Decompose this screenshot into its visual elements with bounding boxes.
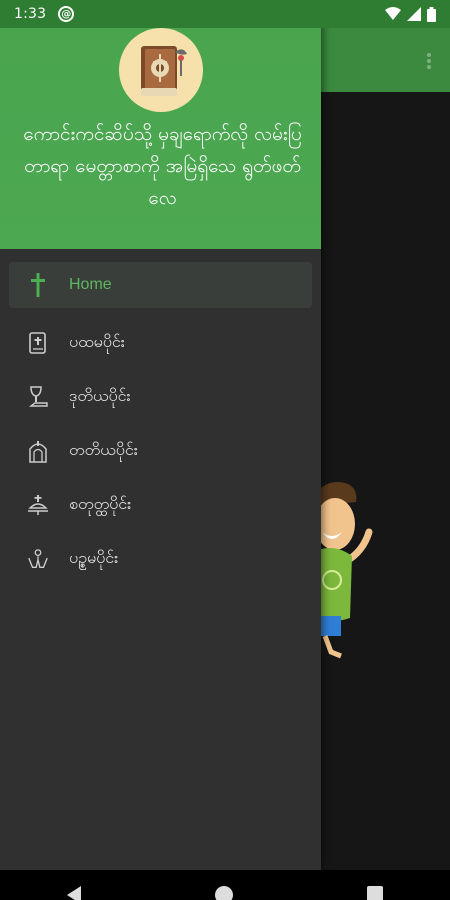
drawer-menu: Home ပထမပိုင်း ဒုတိယပိုင်း တတိယပိုင်း စတ… <box>0 262 321 586</box>
back-icon[interactable] <box>67 886 81 900</box>
menu-item-label: ပထမပိုင်း <box>69 332 125 351</box>
menu-item-part-3[interactable]: တတိယပိုင်း <box>9 424 312 478</box>
menu-item-label: ဒုတိယပိုင်း <box>69 386 131 405</box>
menu-item-label: Home <box>69 276 112 293</box>
bible-book-icon <box>119 28 203 112</box>
menu-item-part-2[interactable]: ဒုတိယပိုင်း <box>9 370 312 424</box>
wifi-icon <box>385 7 401 20</box>
recent-apps-icon[interactable] <box>367 886 383 900</box>
menu-item-label: ပဥ္စမပိုင်း <box>69 548 119 567</box>
navigation-drawer: ကောင်းကင်ဆိပ်သို့ မှချရောက်လို လမ်းပြတာရ… <box>0 0 321 870</box>
home-icon[interactable] <box>215 886 233 900</box>
praying-hands-icon <box>27 547 49 571</box>
drawer-header-title: ကောင်းကင်ဆိပ်သို့ မှချရောက်လို လမ်းပြတာရ… <box>23 123 302 209</box>
church-door-icon <box>27 439 49 463</box>
bible-icon <box>27 331 49 355</box>
overflow-menu-icon[interactable] <box>422 50 436 72</box>
navigation-bar <box>0 870 450 900</box>
menu-item-part-5[interactable]: ပဥ္စမပိုင်း <box>9 532 312 586</box>
cross-icon <box>27 273 49 297</box>
at-sign-icon: @ <box>58 6 75 22</box>
chalice-icon <box>27 385 49 409</box>
menu-item-home[interactable]: Home <box>9 262 312 308</box>
status-bar: 1:33 @ <box>0 0 450 28</box>
battery-icon <box>427 6 436 22</box>
menu-item-part-1[interactable]: ပထမပိုင်း <box>9 316 312 370</box>
drawer-header: ကောင်းကင်ဆိပ်သို့ မှချရောက်လို လမ်းပြတာရ… <box>0 0 321 249</box>
altar-icon <box>27 493 49 517</box>
menu-item-label: တတိယပိုင်း <box>69 440 138 459</box>
screen: 1:33 @ ကောင်းကင်ဆိပ်သို့ မှချရောက်လို လမ… <box>0 0 450 900</box>
menu-item-part-4[interactable]: စတုတ္ထပိုင်း <box>9 478 312 532</box>
menu-item-label: စတုတ္ထပိုင်း <box>69 494 132 513</box>
status-time: 1:33 <box>14 6 47 22</box>
status-icons <box>385 6 436 22</box>
signal-icon <box>407 7 421 21</box>
